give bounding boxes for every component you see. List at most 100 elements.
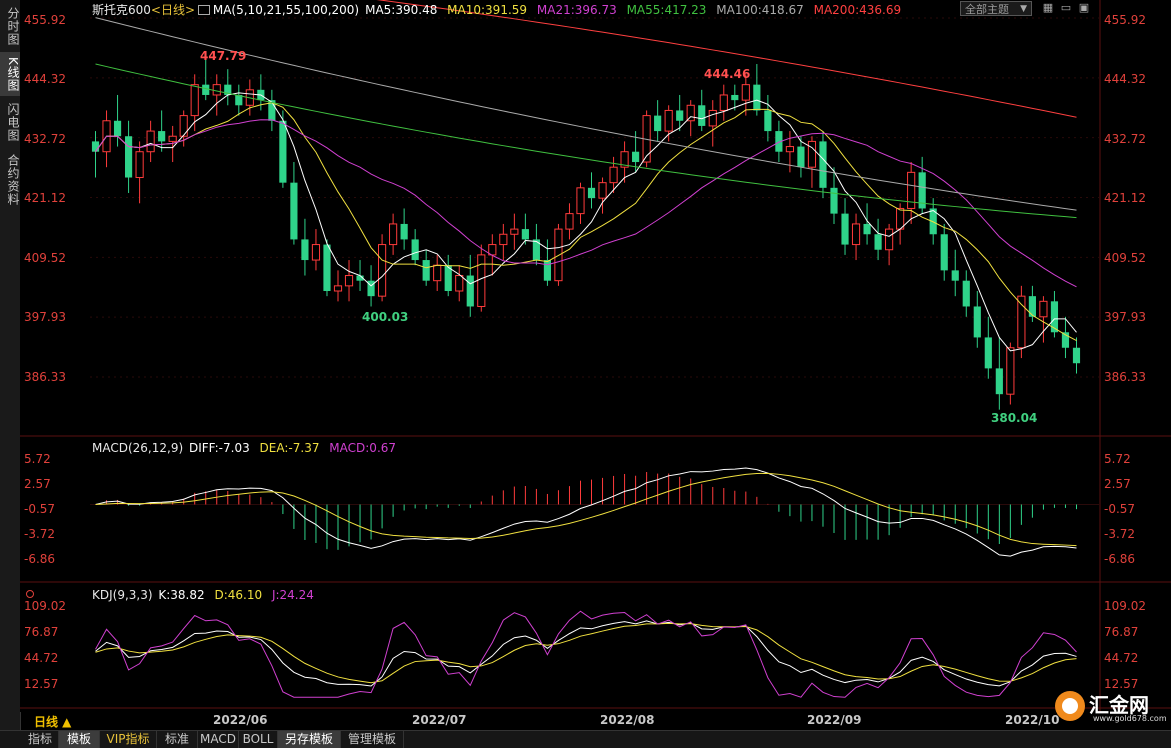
- tab-indicator[interactable]: 指标: [22, 731, 59, 748]
- candle-body: [885, 228, 894, 251]
- candle-body: [135, 151, 144, 179]
- candle-body: [168, 135, 177, 142]
- tab-save-template[interactable]: 另存模板: [278, 731, 341, 748]
- candle-body: [543, 260, 552, 281]
- kdj-d: D:46.10: [214, 588, 263, 602]
- high-annotation: 447.79: [200, 49, 247, 63]
- date-label: 2022/09: [807, 713, 862, 727]
- kdj-tick: 109.02: [24, 599, 66, 613]
- price-tick: 421.12: [24, 191, 66, 205]
- price-tick: 444.32: [24, 72, 66, 86]
- candle-body: [477, 254, 486, 307]
- grid-icon[interactable]: ▦: [1040, 1, 1056, 15]
- candle-body: [940, 234, 948, 271]
- chart-app: 分时图 K线图 闪电图 合约资料 斯托克600<日线> MA(5,10,21,5…: [0, 0, 1171, 748]
- site-logo: 汇金网 www.gold678.com: [1055, 688, 1167, 728]
- kdj-title: KDJ(9,3,3): [92, 588, 153, 602]
- period-tag: <日线>: [150, 3, 196, 17]
- date-label: 2022/07: [412, 713, 467, 727]
- candle-body: [323, 244, 331, 292]
- kdj-tick: 12.57: [24, 677, 59, 691]
- tab-standard[interactable]: 标准: [157, 731, 198, 748]
- candle-body: [598, 182, 607, 199]
- ma5-value: MA5:390.48: [365, 3, 438, 17]
- ma21-value: MA21:396.73: [536, 3, 617, 17]
- side-tab-timeshare[interactable]: 分时图: [0, 4, 20, 48]
- side-tab-flash[interactable]: 闪电图: [0, 100, 20, 144]
- minimize-icon[interactable]: ▭: [1058, 1, 1074, 15]
- candle-body: [741, 84, 750, 101]
- date-axis: 日线 ▲ 2022/06 2022/07 2022/08 2022/09 202…: [20, 712, 1171, 730]
- tab-template[interactable]: 模板: [59, 731, 100, 748]
- candle-body: [753, 84, 761, 111]
- candle-body: [311, 244, 321, 261]
- price-tick: 455.92: [24, 13, 66, 27]
- candle-body: [719, 94, 728, 111]
- candle-body: [951, 270, 959, 281]
- candle-body: [995, 368, 1003, 395]
- side-tab-kline[interactable]: K线图: [0, 52, 20, 96]
- kline-chart[interactable]: [20, 0, 1171, 712]
- candle-body: [984, 337, 992, 369]
- ma200-value: MA200:436.69: [813, 3, 902, 17]
- price-tick: 409.52: [1104, 251, 1146, 265]
- theme-select[interactable]: 全部主题 ▼: [960, 1, 1032, 16]
- macd-diff: DIFF:-7.03: [188, 441, 250, 455]
- candle-body: [654, 115, 662, 132]
- candle-body: [400, 223, 408, 240]
- theme-select-value: 全部主题: [965, 3, 1009, 16]
- candle-body: [290, 182, 298, 240]
- candle-body: [565, 213, 574, 230]
- candle-body: [510, 228, 519, 235]
- macd-value: MACD:0.67: [329, 441, 397, 455]
- candle-body: [113, 120, 122, 137]
- chart-icon[interactable]: [198, 5, 210, 15]
- macd-tick: 5.72: [1104, 452, 1131, 466]
- symbol-name: 斯托克600: [92, 3, 151, 17]
- price-tick: 409.52: [24, 251, 66, 265]
- candle-body: [698, 105, 706, 126]
- tab-vip-indicator[interactable]: VIP指标: [100, 731, 157, 748]
- candle-body: [632, 151, 640, 163]
- low-annotation: 380.04: [991, 411, 1038, 425]
- candle-body: [851, 223, 861, 246]
- candle-body: [124, 136, 133, 178]
- candle-body: [344, 275, 354, 287]
- kdj-dot-icon[interactable]: [26, 590, 34, 598]
- macd-tick: 5.72: [24, 452, 51, 466]
- ma55-value: MA55:417.23: [626, 3, 707, 17]
- kdj-j: J:24.24: [271, 588, 314, 602]
- tab-boll[interactable]: BOLL: [239, 731, 278, 748]
- candle-body: [1028, 296, 1036, 317]
- candle-body: [466, 275, 474, 307]
- candle-body: [807, 140, 817, 168]
- close-icon[interactable]: ▣: [1076, 1, 1092, 15]
- candle-body: [422, 260, 430, 281]
- side-tab-contract-info[interactable]: 合约资料: [0, 150, 20, 210]
- candle-body: [973, 306, 981, 338]
- candle-body: [785, 146, 794, 153]
- tab-manage-template[interactable]: 管理模板: [341, 731, 404, 748]
- candle-body: [863, 223, 871, 235]
- candle-body: [609, 166, 618, 184]
- price-tick: 432.72: [1104, 132, 1146, 146]
- candle-body: [521, 229, 529, 240]
- candle-body: [676, 110, 684, 121]
- candle-body: [532, 239, 540, 261]
- price-tick: 397.93: [24, 310, 66, 324]
- price-tick: 386.33: [24, 370, 66, 384]
- candle-body: [731, 94, 739, 101]
- tab-macd[interactable]: MACD: [198, 731, 239, 748]
- kdj-tick: 76.87: [1104, 625, 1139, 639]
- macd-tick: -3.72: [1104, 527, 1136, 541]
- main-chart-header: 斯托克600<日线> MA(5,10,21,55,100,200) MA5:390…: [92, 2, 907, 18]
- bottom-tab-bar: 指标 模板 VIP指标 标准 MACD BOLL 另存模板 管理模板: [0, 730, 1171, 748]
- candle-body: [819, 141, 827, 188]
- candle-body: [686, 104, 695, 122]
- macd-tick: 2.57: [24, 477, 51, 491]
- macd-tick: 2.57: [1104, 477, 1131, 491]
- candle-body: [433, 264, 442, 282]
- period-selector[interactable]: 日线 ▲: [34, 713, 71, 730]
- kdj-tick: 44.72: [24, 651, 59, 665]
- chevron-down-icon: ▼: [1020, 4, 1027, 14]
